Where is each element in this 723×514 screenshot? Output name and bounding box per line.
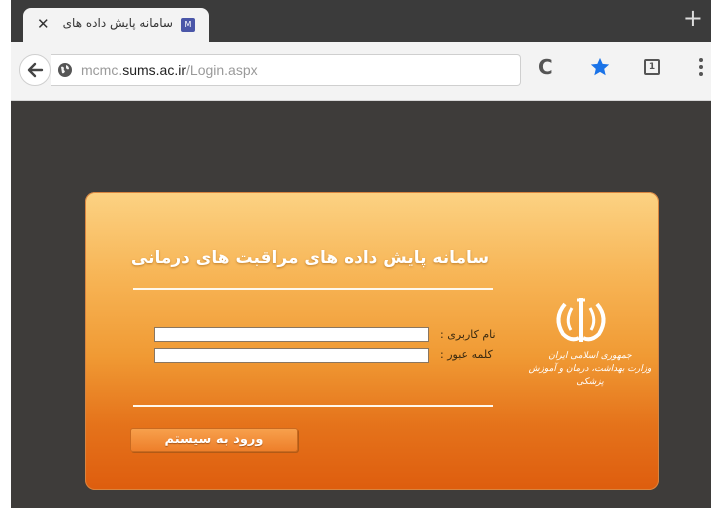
emblem-caption: جمهوری اسلامی ایران وزارت بهداشت، درمان … <box>525 350 655 389</box>
tab-strip: ✕ سامانه پایش داده های M + <box>11 0 711 42</box>
iran-emblem-icon <box>556 298 606 342</box>
url-text: mcmc.sums.ac.ir/Login.aspx <box>81 62 258 78</box>
new-tab-button[interactable]: + <box>683 4 703 32</box>
page-content: سامانه پایش داده های مراقبت های درمانی ن… <box>11 101 711 508</box>
close-tab-icon[interactable]: ✕ <box>37 15 50 33</box>
back-arrow-icon <box>27 62 44 78</box>
tab-title: سامانه پایش داده های <box>62 16 173 30</box>
address-bar[interactable]: mcmc.sums.ac.ir/Login.aspx <box>51 54 521 86</box>
login-title: سامانه پایش داده های مراقبت های درمانی <box>130 248 490 268</box>
login-button[interactable]: ورود به سیستم <box>130 428 298 452</box>
emblem-line-2: وزارت بهداشت، درمان و آموزش پزشکی <box>528 364 652 387</box>
site-info-icon[interactable] <box>57 62 73 78</box>
reload-icon[interactable]: C <box>538 55 560 79</box>
favicon-icon: M <box>181 18 195 32</box>
username-label: نام کاربری : <box>440 328 496 341</box>
divider <box>133 405 493 407</box>
overflow-menu-icon[interactable] <box>699 58 705 80</box>
username-input[interactable] <box>154 327 429 342</box>
tab-switcher-icon[interactable]: 1 <box>644 59 660 75</box>
browser-tab[interactable]: ✕ سامانه پایش داده های M <box>23 8 209 42</box>
password-label: کلمه عبور : <box>440 348 493 361</box>
emblem-line-1: جمهوری اسلامی ایران <box>548 351 632 361</box>
back-button[interactable] <box>19 54 51 86</box>
browser-toolbar: mcmc.sums.ac.ir/Login.aspx C 1 <box>11 42 711 101</box>
password-input[interactable] <box>154 348 429 363</box>
login-panel: سامانه پایش داده های مراقبت های درمانی ن… <box>85 192 659 490</box>
divider <box>133 288 493 290</box>
bookmark-star-icon[interactable] <box>589 56 611 78</box>
